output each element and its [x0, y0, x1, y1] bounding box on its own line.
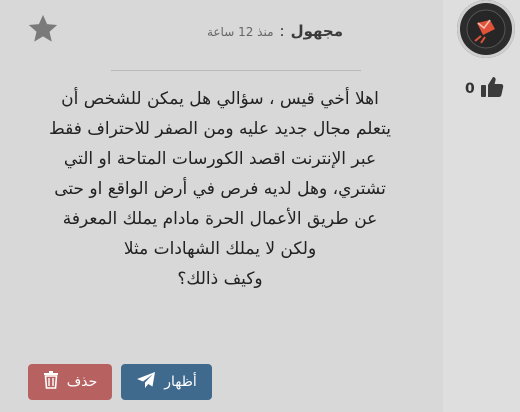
show-label: أظهار — [164, 374, 197, 390]
vote-count: 0 — [465, 81, 475, 97]
star-icon[interactable] — [26, 12, 60, 50]
side-column — [443, 0, 520, 412]
thumbs-up-icon[interactable] — [479, 74, 505, 104]
delete-label: حذف — [66, 374, 98, 390]
time-separator: : — [279, 22, 285, 40]
author-name[interactable]: مجهول — [291, 22, 343, 40]
body-line: عبر الإنترنت اقصد الكورسات المتاحة او ال… — [63, 149, 377, 169]
avatar[interactable] — [457, 0, 515, 58]
vote-widget: 0 — [465, 74, 505, 104]
trash-icon — [43, 371, 59, 393]
comment-card: مجهول : منذ 12 ساعة اهلا أخي قيس ، سؤالي… — [0, 0, 443, 412]
body-line: يتعلم مجال جديد عليه ومن الصفر للاحتراف … — [49, 119, 391, 139]
comment-body: اهلا أخي قيس ، سؤالي هل يمكن للشخص أن يت… — [20, 84, 420, 294]
body-line: اهلا أخي قيس ، سؤالي هل يمكن للشخص أن — [61, 89, 379, 109]
comment-header: مجهول : منذ 12 ساعة — [207, 22, 343, 40]
delete-button[interactable]: حذف — [28, 364, 112, 400]
divider — [111, 70, 361, 71]
timestamp: منذ 12 ساعة — [206, 25, 274, 39]
body-line: عن طريق الأعمال الحرة مادام يملك المعرفة — [62, 209, 378, 229]
paper-plane-icon — [136, 371, 156, 393]
show-button[interactable]: أظهار — [121, 364, 212, 400]
body-line: تشتري، وهل لديه فرص في أرض الواقع او حتى — [54, 179, 386, 199]
body-line: ولكن لا يملك الشهادات مثلا — [123, 239, 317, 259]
body-line: وكيف ذالك؟ — [177, 269, 263, 289]
